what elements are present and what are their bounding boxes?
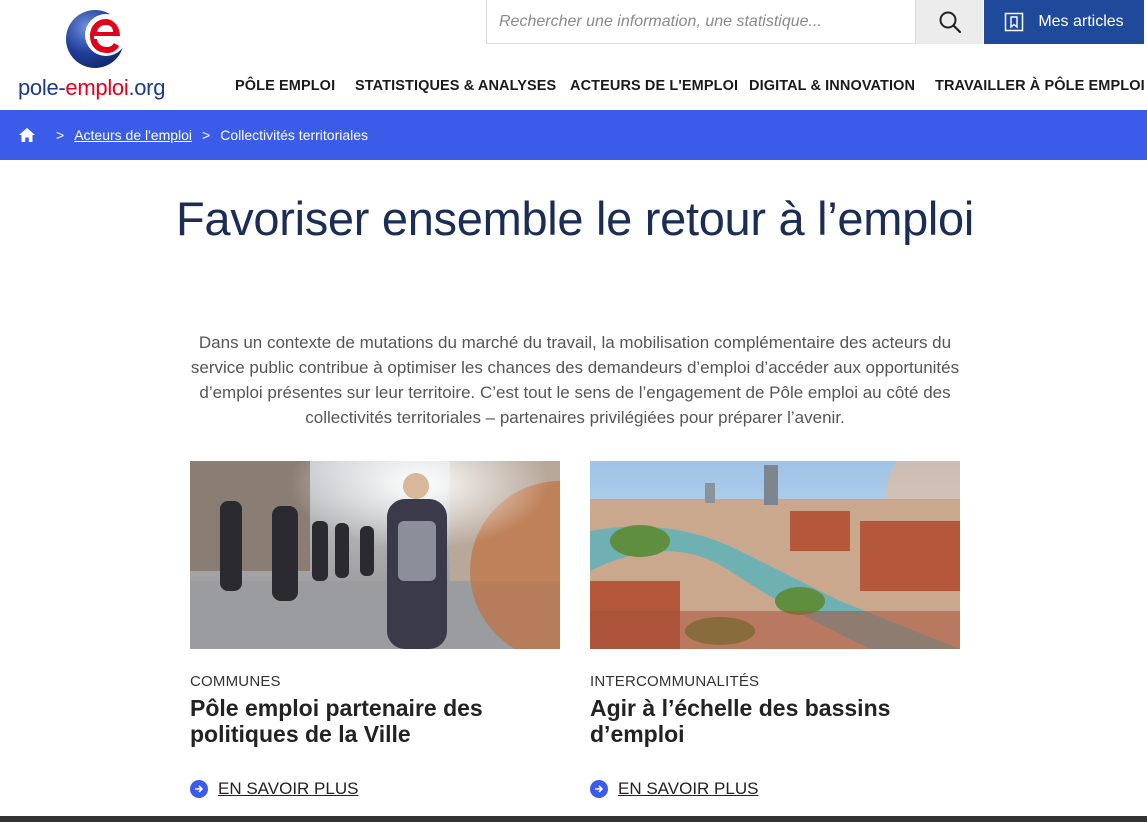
breadcrumb-separator: > bbox=[56, 127, 65, 143]
page-title: Favoriser ensemble le retour à l’emploi bbox=[175, 192, 975, 245]
nav-item-digital[interactable]: DIGITAL & INNOVATION bbox=[749, 78, 915, 94]
card-image-street-crowd[interactable] bbox=[190, 461, 560, 649]
breadcrumb-separator: > bbox=[202, 127, 211, 143]
en-savoir-plus-link[interactable]: EN SAVOIR PLUS bbox=[190, 779, 358, 799]
search-icon bbox=[939, 11, 961, 34]
card-title[interactable]: Pôle emploi partenaire des politiques de… bbox=[190, 695, 560, 747]
main-nav: PÔLE EMPLOI STATISTIQUES & ANALYSES ACTE… bbox=[0, 78, 1147, 98]
card-category: COMMUNES bbox=[190, 673, 281, 690]
en-savoir-plus-link[interactable]: EN SAVOIR PLUS bbox=[590, 779, 758, 799]
card-intercommunalites[interactable]: INTERCOMMUNALITÉS Agir à l’échelle des b… bbox=[590, 461, 960, 798]
arrow-right-icon bbox=[590, 780, 608, 798]
intro-paragraph: Dans un contexte de mutations du marché … bbox=[190, 333, 960, 427]
search-box bbox=[486, 0, 916, 44]
card-title[interactable]: Agir à l’échelle des bassins d’emploi bbox=[590, 695, 960, 747]
mes-articles-button[interactable]: Mes articles bbox=[984, 0, 1144, 44]
site-header: pole-emploi.org Mes articles PÔLE EMPLOI… bbox=[0, 0, 1147, 110]
home-icon[interactable] bbox=[18, 127, 36, 143]
nav-item-travailler[interactable]: TRAVAILLER À PÔLE EMPLOI bbox=[935, 78, 1145, 94]
bottom-bar bbox=[0, 816, 1147, 822]
search-button[interactable] bbox=[916, 0, 983, 44]
card-category: INTERCOMMUNALITÉS bbox=[590, 673, 760, 690]
en-savoir-plus-label: EN SAVOIR PLUS bbox=[218, 779, 359, 798]
card-image-city-river[interactable] bbox=[590, 461, 960, 649]
nav-item-pole-emploi[interactable]: PÔLE EMPLOI bbox=[235, 78, 335, 94]
nav-item-acteurs[interactable]: ACTEURS DE L'EMPLOI bbox=[570, 78, 738, 94]
arrow-right-icon bbox=[190, 780, 208, 798]
logo-ball-icon bbox=[66, 10, 127, 68]
mes-articles-label: Mes articles bbox=[1038, 13, 1124, 30]
card-communes[interactable]: COMMUNES Pôle emploi partenaire des poli… bbox=[190, 461, 560, 798]
nav-item-statistiques[interactable]: STATISTIQUES & ANALYSES bbox=[355, 78, 556, 94]
search-input[interactable] bbox=[487, 0, 915, 43]
breadcrumb: > Acteurs de l'emploi > Collectivités te… bbox=[0, 110, 1147, 160]
breadcrumb-link-acteurs[interactable]: Acteurs de l'emploi bbox=[74, 127, 192, 143]
bookmark-icon bbox=[1005, 12, 1024, 32]
breadcrumb-current: Collectivités territoriales bbox=[220, 127, 369, 143]
en-savoir-plus-label: EN SAVOIR PLUS bbox=[618, 779, 759, 798]
